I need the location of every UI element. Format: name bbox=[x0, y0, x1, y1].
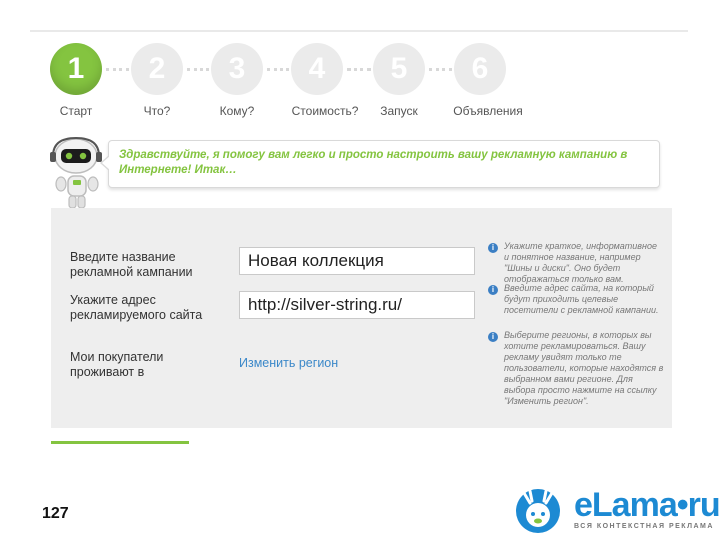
step-3-circle[interactable]: 3 bbox=[211, 43, 263, 95]
step-4-circle[interactable]: 4 bbox=[291, 43, 343, 95]
step-connector bbox=[267, 68, 289, 73]
top-divider bbox=[30, 30, 688, 32]
step-connector bbox=[347, 68, 371, 73]
step-1-circle[interactable]: 1 bbox=[50, 43, 102, 95]
info-icon: i bbox=[488, 243, 498, 253]
info-icon: i bbox=[488, 332, 498, 342]
elama-logo: eLama•ru ВСЯ КОНТЕКСТНАЯ РЕКЛАМА bbox=[510, 485, 720, 535]
step-connector bbox=[429, 68, 452, 73]
step-6-label: Объявления bbox=[453, 104, 523, 118]
elama-deer-icon bbox=[516, 489, 560, 533]
assistant-message: Здравствуйте, я помогу вам легко и прост… bbox=[119, 149, 628, 176]
logo-wordmark: eLama•ru bbox=[574, 486, 720, 524]
campaign-name-input[interactable]: Новая коллекция bbox=[239, 247, 475, 275]
page-number: 127 bbox=[42, 505, 69, 522]
step-2-number: 2 bbox=[148, 52, 166, 85]
change-region-link[interactable]: Изменить регион bbox=[239, 356, 338, 370]
logo-tagline: ВСЯ КОНТЕКСТНАЯ РЕКЛАМА bbox=[574, 523, 714, 530]
step-3-number: 3 bbox=[228, 52, 246, 85]
step-connector bbox=[187, 68, 209, 73]
step-2-circle[interactable]: 2 bbox=[131, 43, 183, 95]
assistant-speech-bubble: Здравствуйте, я помогу вам легко и прост… bbox=[100, 140, 660, 188]
campaign-name-hint: Укажите краткое, информативное и понятно… bbox=[504, 241, 657, 284]
step-5-number: 5 bbox=[390, 52, 408, 85]
info-icon: i bbox=[488, 285, 498, 295]
step-1-number: 1 bbox=[67, 52, 85, 85]
step-connector bbox=[106, 68, 129, 73]
campaign-form: Введите название рекламной кампании Нова… bbox=[51, 208, 672, 428]
step-6-number: 6 bbox=[471, 52, 489, 85]
site-url-hint: Введите адрес сайта, на который будут пр… bbox=[504, 283, 659, 315]
progress-underline bbox=[51, 441, 189, 444]
region-hint: Выберите регионы, в которых вы хотите ре… bbox=[504, 330, 664, 406]
step-4-number: 4 bbox=[308, 52, 326, 85]
step-5-circle[interactable]: 5 bbox=[373, 43, 425, 95]
site-url-label: Укажите адрес рекламируемого сайта bbox=[70, 293, 203, 322]
campaign-name-label: Введите название рекламной кампании bbox=[70, 250, 193, 279]
region-label: Мои покупатели проживают в bbox=[70, 350, 164, 379]
robot-icon bbox=[50, 136, 102, 209]
site-url-input[interactable]: http://silver-string.ru/ bbox=[239, 291, 475, 319]
step-6-circle[interactable]: 6 bbox=[454, 43, 506, 95]
